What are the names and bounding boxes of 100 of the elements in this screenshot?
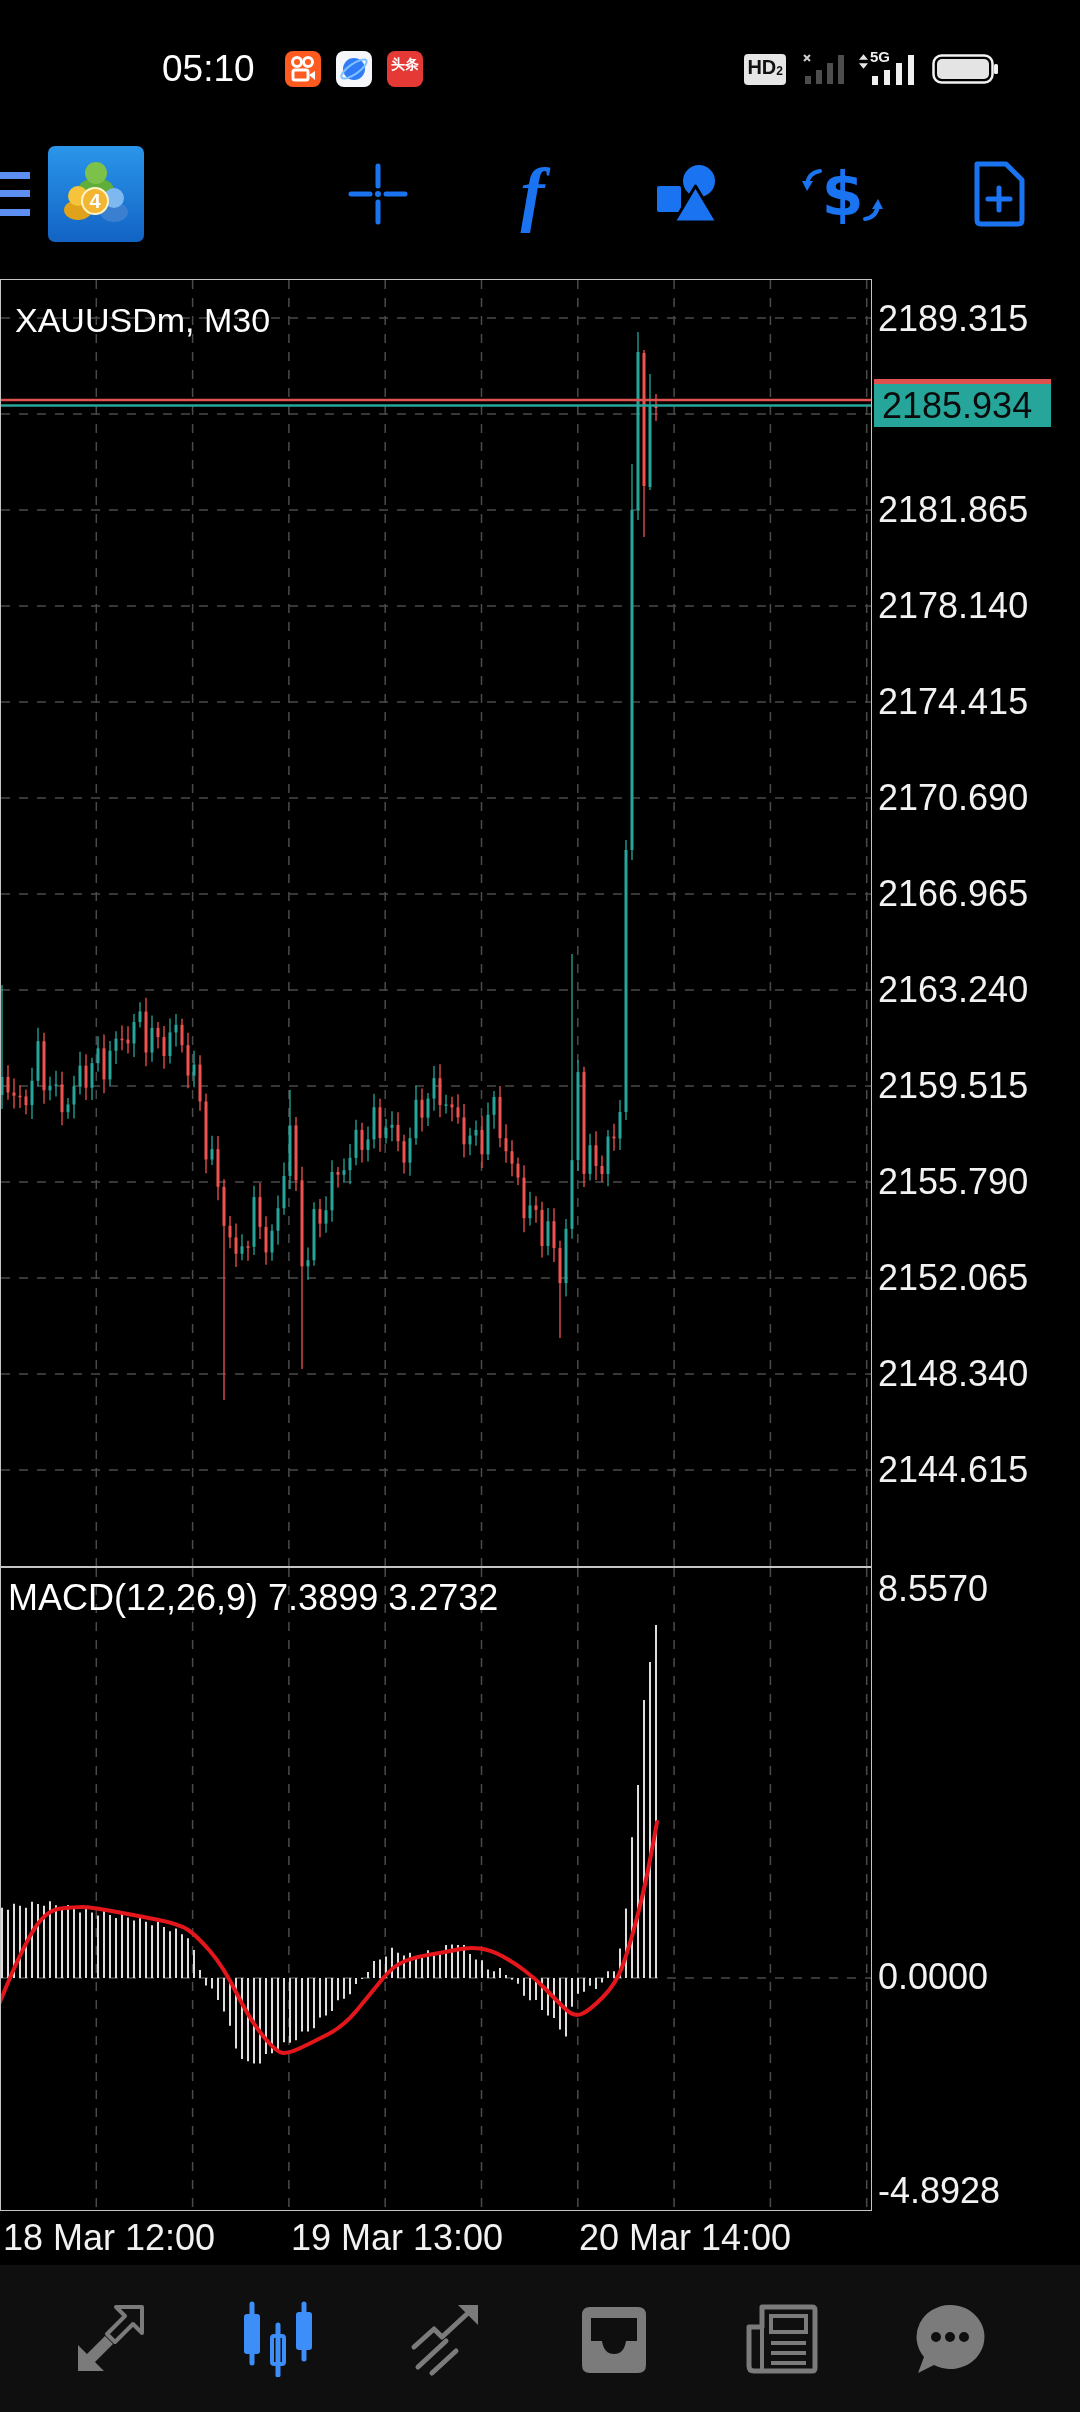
bearish-candle: [144, 997, 148, 1067]
bearish-candle: [654, 393, 658, 422]
crosshair-button[interactable]: [347, 163, 408, 225]
bearish-candle: [102, 1033, 106, 1094]
bullish-candle: [606, 1129, 610, 1187]
bearish-candle: [378, 1098, 382, 1153]
bearish-candle: [402, 1134, 406, 1175]
bearish-candle: [450, 1096, 454, 1122]
hd-voice-badge: HD$_{2}$: [744, 53, 786, 85]
bearish-candle: [480, 1115, 484, 1169]
function-button[interactable]: f: [504, 152, 561, 236]
bullish-candle: [312, 1201, 316, 1267]
bullish-candle: [390, 1110, 394, 1142]
bearish-candle: [246, 1240, 250, 1262]
bullish-candle: [96, 1035, 100, 1073]
bearish-candle: [540, 1201, 544, 1259]
bullish-candle: [342, 1157, 346, 1183]
bullish-candle: [306, 1246, 310, 1281]
bearish-candle: [228, 1215, 232, 1249]
bearish-candle: [522, 1164, 526, 1233]
bearish-candle: [24, 1088, 28, 1115]
bullish-candle: [66, 1097, 70, 1120]
chart-title: XAUUSDm, M30: [15, 300, 271, 340]
bearish-candle: [162, 1025, 166, 1070]
bullish-candle: [30, 1067, 34, 1120]
macd-axis-label: -4.8928: [877, 2171, 1001, 2211]
bullish-candle: [408, 1126, 412, 1177]
bearish-candle: [234, 1222, 238, 1268]
time-label: 20 Mar 14:00: [579, 2218, 792, 2258]
price-label: 2163.240: [877, 970, 1029, 1010]
bullish-candle: [54, 1070, 58, 1098]
bullish-candle: [240, 1233, 244, 1261]
bearish-candle: [12, 1077, 16, 1110]
price-label: 2144.615: [877, 1450, 1029, 1490]
bearish-candle: [462, 1103, 466, 1159]
bullish-candle: [192, 1050, 196, 1088]
bullish-candle: [132, 1013, 136, 1058]
clock-time: 05:10: [162, 49, 255, 89]
bearish-candle: [6, 1064, 10, 1101]
bearish-candle: [438, 1063, 442, 1118]
bullish-candle: [276, 1194, 280, 1246]
bullish-candle: [138, 1001, 142, 1029]
price-label: 2159.515: [877, 1066, 1029, 1106]
bullish-candle: [90, 1057, 94, 1101]
data-arrows-icon: [859, 54, 868, 69]
bullish-candle: [108, 1040, 112, 1087]
bullish-candle: [72, 1075, 76, 1120]
bullish-candle: [486, 1101, 490, 1161]
bullish-candle: [528, 1191, 532, 1227]
bullish-candle: [414, 1085, 418, 1146]
battery-icon: [932, 54, 999, 84]
news-app-icon: 头条: [386, 51, 423, 87]
currency-button[interactable]: $: [801, 159, 884, 229]
price-label: 2178.140: [877, 586, 1029, 626]
bullish-candle: [384, 1118, 388, 1145]
bearish-candle: [600, 1154, 604, 1183]
bullish-candle: [114, 1030, 118, 1065]
bearish-candle: [18, 1084, 22, 1109]
no-signal-icon: [803, 54, 846, 84]
bearish-candle: [60, 1071, 64, 1126]
price-label: 2148.340: [877, 1354, 1029, 1394]
bearish-candle: [510, 1139, 514, 1177]
price-label: 2170.690: [877, 778, 1029, 818]
bullish-candle: [492, 1090, 496, 1130]
bullish-candle: [432, 1065, 436, 1112]
bearish-candle: [264, 1215, 268, 1266]
bearish-candle: [186, 1032, 190, 1089]
bullish-candle: [282, 1161, 286, 1216]
price-label: 2152.065: [877, 1258, 1029, 1298]
bearish-candle: [612, 1123, 616, 1152]
bullish-candle: [618, 1099, 622, 1151]
bearish-candle: [396, 1111, 400, 1152]
bearish-candle: [360, 1122, 364, 1164]
bearish-candle: [498, 1085, 502, 1148]
macd-axis-label: 8.5570: [877, 1569, 989, 1609]
bullish-candle: [444, 1094, 448, 1115]
bearish-candle: [198, 1054, 202, 1112]
curved-arrow-icon: [863, 199, 884, 223]
menu-button[interactable]: [0, 172, 30, 216]
bullish-candle: [474, 1119, 478, 1147]
price-label: 2155.790: [877, 1162, 1029, 1202]
bullish-candle: [354, 1119, 358, 1166]
bullish-candle: [588, 1133, 592, 1182]
bullish-candle: [150, 1014, 154, 1063]
bearish-candle: [420, 1087, 424, 1133]
price-label: 2189.315: [877, 299, 1029, 339]
app-logo-icon: 4: [48, 146, 144, 242]
bullish-candle: [78, 1051, 82, 1096]
time-label: 18 Mar 12:00: [3, 2218, 216, 2258]
network-type-label: 5G: [870, 49, 890, 65]
price-label: 2181.865: [877, 490, 1029, 530]
price-label: 2166.965: [877, 874, 1029, 914]
bullish-candle: [174, 1013, 178, 1048]
bearish-candle: [516, 1156, 520, 1186]
browser-app-icon: [335, 51, 372, 87]
bearish-candle: [318, 1198, 322, 1239]
bullish-candle: [366, 1125, 370, 1163]
bearish-candle: [126, 1025, 130, 1055]
bearish-candle: [216, 1135, 220, 1201]
bearish-candle: [120, 1024, 124, 1051]
